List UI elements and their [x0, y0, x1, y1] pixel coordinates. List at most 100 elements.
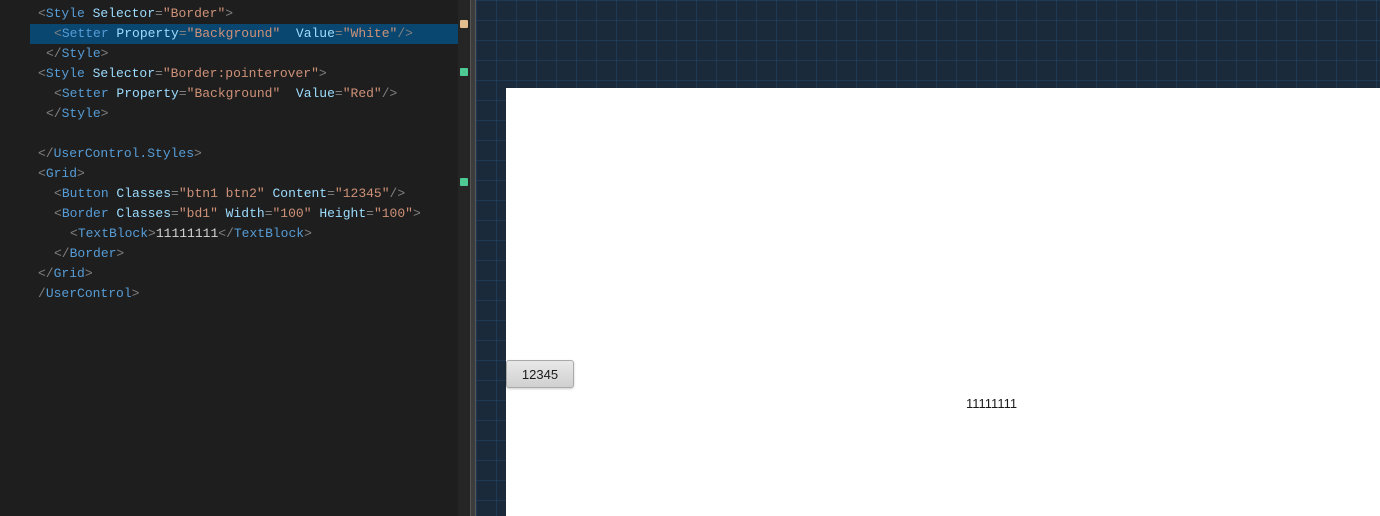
textblock-text: 11111111 [966, 396, 1017, 411]
indicator-warning [460, 20, 468, 28]
code-line: <Style Selector="Border:pointerover"> [38, 64, 462, 84]
syntax-value: "12345" [335, 184, 390, 204]
syntax-slash: /> [390, 184, 406, 204]
syntax-attr: Selector [85, 4, 155, 24]
syntax-attr: Property [109, 24, 179, 44]
syntax-bracket: = [335, 84, 343, 104]
syntax-attr: Value [296, 84, 335, 104]
code-line: <Grid> [38, 164, 462, 184]
syntax-attr: Property [109, 84, 179, 104]
syntax-bracket: = [179, 84, 187, 104]
syntax-bracket: < [54, 84, 62, 104]
syntax-bracket: > [77, 164, 85, 184]
syntax-bracket: </ [218, 224, 234, 244]
syntax-bracket: < [54, 184, 62, 204]
syntax-bracket: = [327, 184, 335, 204]
editor-panel: <Style Selector="Border"> <Setter Proper… [0, 0, 470, 516]
preview-textblock: 11111111 [966, 396, 1017, 411]
syntax-bracket: > [304, 224, 312, 244]
syntax-value: "100" [273, 204, 312, 224]
syntax-bracket: < [38, 4, 46, 24]
syntax-bracket: > [413, 204, 421, 224]
syntax-bracket: < [54, 204, 62, 224]
syntax-text [280, 24, 296, 44]
syntax-bracket: > [101, 104, 109, 124]
syntax-bracket: > [101, 44, 109, 64]
syntax-bracket: < [38, 164, 46, 184]
code-line: <Button Classes="btn1 btn2" Content="123… [38, 184, 462, 204]
syntax-attr: Height [312, 204, 367, 224]
syntax-attr: Width [218, 204, 265, 224]
syntax-text [280, 84, 296, 104]
syntax-bracket: </ [46, 44, 62, 64]
syntax-slash: /> [397, 24, 413, 44]
button-label: 12345 [522, 367, 558, 382]
syntax-bracket: = [366, 204, 374, 224]
syntax-bracket: < [70, 224, 78, 244]
syntax-value: "Border" [163, 4, 225, 24]
syntax-bracket: > [319, 64, 327, 84]
syntax-bracket: > [194, 144, 202, 164]
syntax-attr: Content [265, 184, 327, 204]
syntax-tag: Grid [54, 264, 85, 284]
code-line-blank [38, 124, 462, 144]
syntax-value: "btn1 btn2" [179, 184, 265, 204]
syntax-bracket: > [85, 264, 93, 284]
syntax-bracket: > [148, 224, 156, 244]
syntax-bracket: = [335, 24, 343, 44]
syntax-value: "Background" [187, 84, 281, 104]
syntax-value: "100" [374, 204, 413, 224]
syntax-value: "Border:pointerover" [163, 64, 319, 84]
code-line-highlighted: <Setter Property="Background" Value="Whi… [30, 24, 470, 44]
syntax-bracket: > [225, 4, 233, 24]
syntax-bracket: = [265, 204, 273, 224]
syntax-tag: Setter [62, 24, 109, 44]
syntax-bracket: > [116, 244, 124, 264]
syntax-tag: Style [46, 4, 85, 24]
code-line: </UserControl.Styles> [38, 144, 462, 164]
preview-panel: 11111111 12345 [476, 0, 1380, 516]
syntax-tag: Grid [46, 164, 77, 184]
syntax-attr: Selector [85, 64, 155, 84]
code-line: <Setter Property="Background" Value="Red… [38, 84, 462, 104]
syntax-bracket: = [171, 184, 179, 204]
syntax-value: "Background" [187, 24, 281, 44]
syntax-tag: Border [62, 204, 109, 224]
syntax-value: "White" [343, 24, 398, 44]
code-line: /UserControl> [38, 284, 462, 304]
syntax-bracket: < [54, 24, 62, 44]
syntax-value: "bd1" [179, 204, 218, 224]
syntax-tag: Button [62, 184, 109, 204]
indicator-ok [460, 178, 468, 186]
editor-content: <Style Selector="Border"> <Setter Proper… [30, 0, 470, 308]
code-line: </Border> [38, 244, 462, 264]
syntax-bracket: > [132, 284, 140, 304]
syntax-tag: TextBlock [78, 224, 148, 244]
syntax-bracket: = [155, 64, 163, 84]
syntax-bracket: </ [54, 244, 70, 264]
code-line: <Style Selector="Border"> [38, 4, 462, 24]
syntax-attr: Classes [109, 184, 171, 204]
code-line: </Grid> [38, 264, 462, 284]
syntax-tag: Setter [62, 84, 109, 104]
code-line: <TextBlock>11111111</TextBlock> [38, 224, 462, 244]
code-line: </Style> [38, 104, 462, 124]
syntax-slash: /> [382, 84, 398, 104]
syntax-tag: UserControl [46, 284, 132, 304]
preview-canvas: 11111111 [506, 88, 1380, 516]
code-line: <Border Classes="bd1" Width="100" Height… [38, 204, 462, 224]
code-line: </Style> [38, 44, 462, 64]
syntax-bracket: </ [38, 264, 54, 284]
syntax-slash: / [38, 284, 46, 304]
syntax-text: 11111111 [156, 224, 218, 244]
indicator-bar [458, 0, 470, 516]
syntax-tag: Style [62, 44, 101, 64]
syntax-bracket: = [155, 4, 163, 24]
syntax-tag: UserControl.Styles [54, 144, 194, 164]
syntax-bracket: </ [38, 144, 54, 164]
indicator-ok [460, 68, 468, 76]
syntax-attr: Value [296, 24, 335, 44]
syntax-bracket: = [171, 204, 179, 224]
syntax-bracket: < [38, 64, 46, 84]
preview-button[interactable]: 12345 [506, 360, 574, 388]
